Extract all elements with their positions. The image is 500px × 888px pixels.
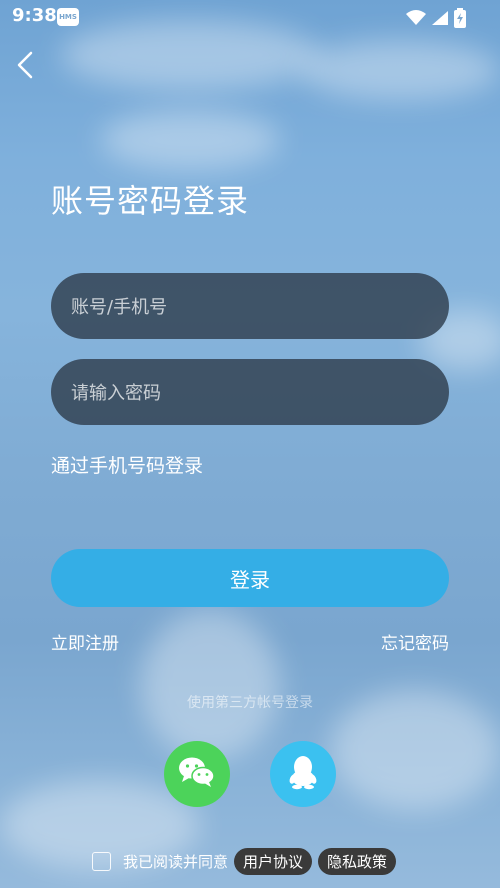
account-field[interactable] [51, 273, 453, 341]
wechat-icon [178, 756, 216, 792]
wechat-login-button[interactable] [164, 741, 230, 807]
agreement-text: 我已阅读并同意 [123, 852, 229, 871]
battery-charging-icon [454, 8, 466, 32]
privacy-policy-link[interactable]: 隐私政策 [318, 847, 397, 875]
user-agreement-link[interactable]: 用户协议 [234, 847, 313, 875]
login-button[interactable]: 登录 [51, 549, 449, 607]
agreement-row: 我已阅读并同意 用户协议 隐私政策 [92, 847, 397, 875]
qq-penguin-icon [288, 754, 318, 794]
password-field[interactable] [51, 359, 453, 427]
phone-login-link[interactable]: 通过手机号码登录 [51, 451, 203, 478]
signal-icon [431, 10, 449, 30]
register-link[interactable]: 立即注册 [51, 629, 119, 654]
agreement-checkbox[interactable] [92, 851, 111, 871]
cloud [140, 610, 280, 760]
page-title: 账号密码登录 [51, 182, 250, 220]
third-party-hint: 使用第三方帐号登录 [187, 695, 313, 711]
hms-badge: HMS [57, 8, 79, 26]
forgot-password-link[interactable]: 忘记密码 [381, 629, 449, 654]
cloud [300, 40, 500, 100]
account-input[interactable] [69, 273, 453, 341]
qq-login-button[interactable] [270, 741, 336, 807]
wifi-icon [406, 10, 426, 30]
chevron-left-icon [16, 51, 34, 83]
password-input[interactable] [69, 359, 453, 427]
status-bar: 9:38 HMS [0, 0, 500, 34]
status-time: 9:38 [12, 5, 57, 26]
back-button[interactable] [10, 50, 40, 84]
status-icons [406, 8, 466, 32]
cloud [100, 110, 280, 170]
